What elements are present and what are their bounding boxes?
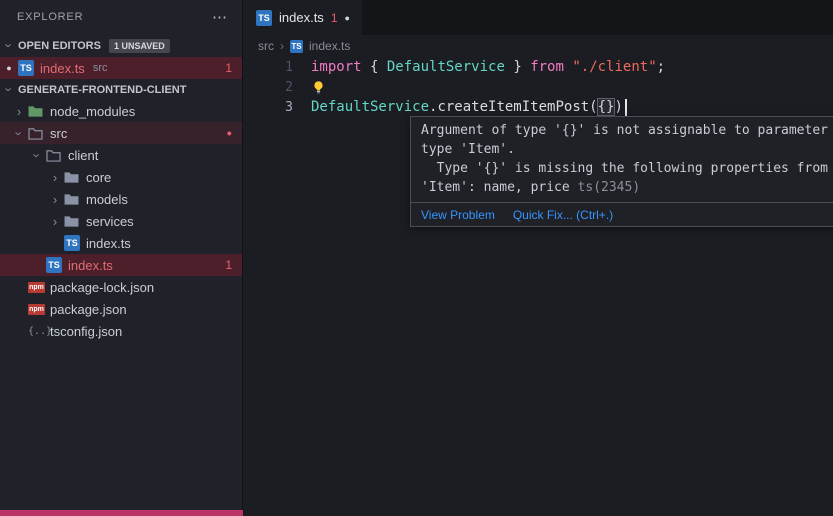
line-number: 2 [244, 80, 293, 95]
tab-label: index.ts [279, 10, 324, 25]
tab-error-badge: 1 [331, 11, 338, 25]
code-token-punctuation: ( [589, 99, 597, 115]
error-count-badge: 1 [225, 258, 232, 272]
error-count-badge: 1 [225, 61, 232, 75]
lightbulb-icon[interactable] [311, 80, 326, 95]
ts-file-icon: TS [64, 235, 80, 251]
chevron-right-icon: › [10, 104, 28, 119]
view-problem-link[interactable]: View Problem [421, 208, 495, 222]
hover-message-line: type 'Item'. [421, 140, 833, 159]
hover-message-text: 'Item': name, price [421, 180, 578, 195]
ts-file-icon: TS [256, 10, 272, 26]
line-number: 1 [244, 60, 293, 75]
code-token-method: createItemItemPost [437, 99, 589, 115]
hover-message-line: 'Item': name, price ts(2345) [421, 178, 833, 197]
chevron-down-icon: › [2, 37, 17, 55]
code-line-2: 2 [244, 77, 833, 97]
code-token-keyword: from [530, 59, 572, 75]
explorer-header: EXPLORER ⋯ [0, 0, 242, 34]
folder-open-icon [46, 149, 68, 162]
quick-fix-link[interactable]: Quick Fix... (Ctrl+.) [513, 208, 613, 222]
code-token-punctuation: { [370, 59, 387, 75]
chevron-right-icon: › [46, 170, 64, 185]
tree-item-models[interactable]: › models [0, 188, 242, 210]
code-token-type: DefaultService [387, 59, 505, 75]
tree-item-package-lock-json[interactable]: › npm package-lock.json [0, 276, 242, 298]
chevron-down-icon: › [30, 146, 45, 164]
code-editor[interactable]: 1 import { DefaultService } from "./clie… [244, 57, 833, 117]
code-token-type: DefaultService [311, 99, 429, 115]
file-path: src [93, 62, 108, 74]
dirty-indicator[interactable]: ● [345, 13, 350, 23]
ts-file-icon: TS [290, 40, 303, 53]
hover-message-line: Type '{}' is missing the following prope… [421, 159, 833, 178]
chevron-right-icon: › [46, 214, 64, 229]
code-token-punctuation: ) [614, 99, 622, 115]
tree-item-src-index-ts[interactable]: › TS index.ts 1 [0, 254, 242, 276]
tree-item-services[interactable]: › services [0, 210, 242, 232]
folder-icon [28, 105, 50, 118]
tab-index-ts[interactable]: TS index.ts 1 ● [244, 0, 362, 35]
chevron-down-icon: › [12, 124, 27, 142]
tab-bar: TS index.ts 1 ● [244, 0, 833, 35]
open-editors-label: OPEN EDITORS [18, 40, 101, 52]
npm-icon: npm [28, 304, 45, 315]
hover-message: Argument of type '{}' is not assignable … [411, 117, 833, 202]
line-number: 3 [244, 100, 293, 115]
npm-icon: npm [28, 282, 45, 293]
dirty-icon[interactable]: ● [0, 63, 18, 73]
code-token-keyword: import [311, 59, 370, 75]
hover-actions: View Problem Quick Fix... (Ctrl+.) [411, 202, 833, 226]
status-bar [0, 510, 243, 516]
code-token-punctuation: ; [657, 59, 665, 75]
explorer-title: EXPLORER [17, 11, 83, 23]
code-token-punctuation: } [505, 59, 530, 75]
unsaved-badge: 1 UNSAVED [109, 39, 170, 53]
chevron-down-icon: › [2, 81, 17, 99]
project-label: GENERATE-FRONTEND-CLIENT [18, 84, 186, 96]
hover-message-line: Argument of type '{}' is not assignable … [421, 121, 833, 140]
braces-icon: {..} [28, 326, 52, 337]
tree-item-node-modules[interactable]: › node_modules [0, 100, 242, 122]
code-token-string: "./client" [572, 59, 656, 75]
error-hover: Argument of type '{}' is not assignable … [410, 116, 833, 227]
explorer-sidebar: EXPLORER ⋯ › OPEN EDITORS 1 UNSAVED ● TS… [0, 0, 243, 516]
open-editors-section-header[interactable]: › OPEN EDITORS 1 UNSAVED [0, 34, 242, 57]
text-cursor [625, 99, 627, 116]
tree-item-client-index-ts[interactable]: › TS index.ts [0, 232, 242, 254]
modified-indicator: ● [227, 128, 232, 138]
breadcrumb-file[interactable]: index.ts [309, 39, 350, 53]
tree-item-core[interactable]: › core [0, 166, 242, 188]
ts-file-icon: TS [18, 60, 34, 76]
code-token-error-argument: {} [598, 99, 615, 115]
file-name: index.ts [40, 61, 85, 76]
tree-item-tsconfig-json[interactable]: › {..} tsconfig.json [0, 320, 242, 342]
tree-item-src[interactable]: › src ● [0, 122, 242, 144]
code-line-1: 1 import { DefaultService } from "./clie… [244, 57, 833, 77]
folder-icon [64, 171, 86, 184]
breadcrumb-separator-icon: › [280, 39, 284, 53]
tree-item-package-json[interactable]: › npm package.json [0, 298, 242, 320]
folder-icon [64, 193, 86, 206]
breadcrumb: src › TS index.ts [244, 35, 833, 57]
breadcrumb-folder[interactable]: src [258, 39, 274, 53]
chevron-right-icon: › [46, 192, 64, 207]
code-token-punctuation: . [429, 99, 437, 115]
project-section-header[interactable]: › GENERATE-FRONTEND-CLIENT [0, 79, 242, 100]
error-code: ts(2345) [578, 180, 641, 195]
ts-file-icon: TS [46, 257, 62, 273]
folder-icon [64, 215, 86, 228]
tree-item-client[interactable]: › client [0, 144, 242, 166]
more-actions-icon[interactable]: ⋯ [212, 8, 228, 26]
open-editor-item-index-ts[interactable]: ● TS index.ts src 1 [0, 57, 242, 79]
code-line-3: 3 DefaultService.createItemItemPost({}) [244, 97, 833, 117]
folder-open-icon [28, 127, 50, 140]
